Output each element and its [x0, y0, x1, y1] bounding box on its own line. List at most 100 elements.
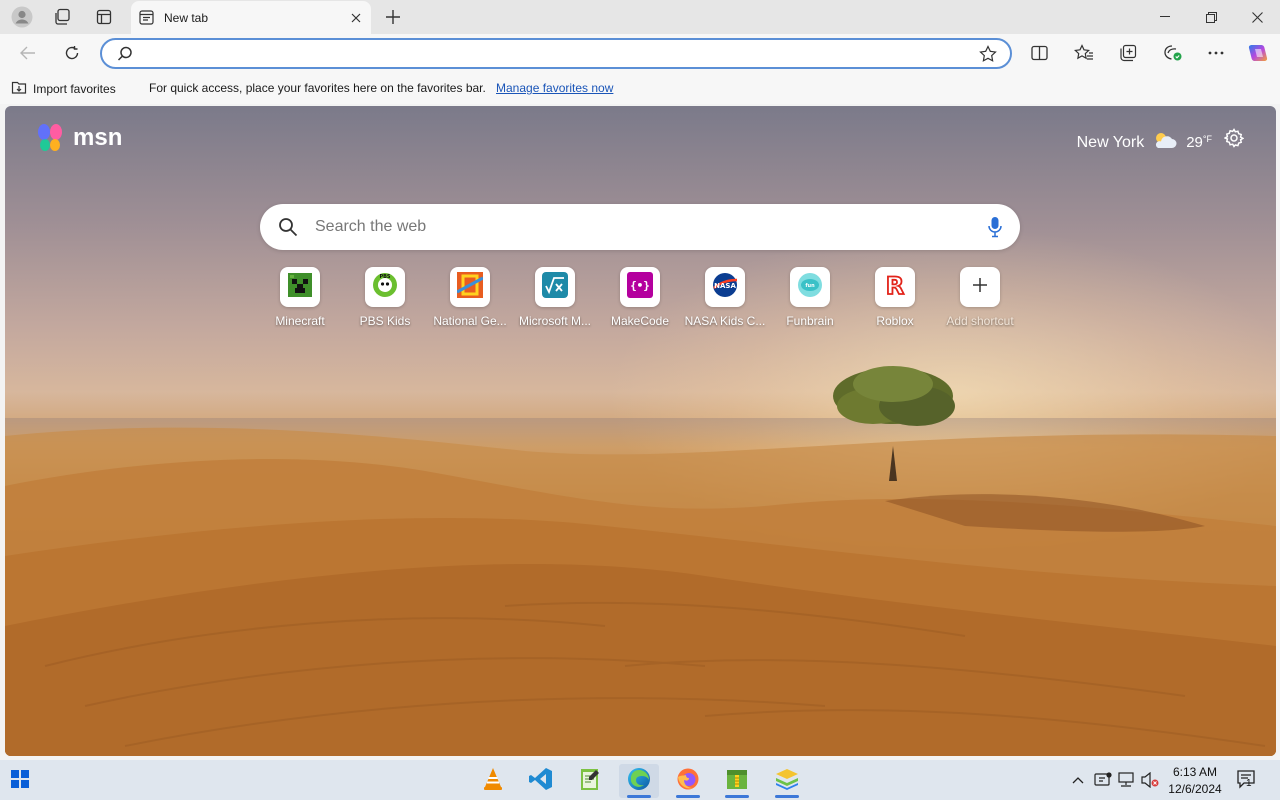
title-bar: New tab: [0, 0, 1280, 34]
firefox-icon: [676, 767, 700, 796]
web-search-box[interactable]: [260, 204, 1020, 250]
split-screen-button[interactable]: [1025, 40, 1053, 66]
tab-title: New tab: [164, 11, 209, 25]
vscode-icon: [529, 767, 553, 796]
svg-text:PBS: PBS: [379, 274, 390, 280]
national-geographic-icon: [456, 271, 484, 303]
shortcut-makecode[interactable]: {•} MakeCode: [598, 267, 682, 328]
running-app-indicator: [725, 795, 749, 798]
svg-text:R: R: [886, 272, 904, 298]
minecraft-icon: [288, 272, 312, 302]
running-app-indicator: [676, 795, 700, 798]
tab-new-tab[interactable]: New tab: [131, 1, 371, 34]
notification-count: 1: [1246, 778, 1252, 789]
shortcut-nasa-kids[interactable]: NASA NASA Kids C...: [683, 267, 767, 328]
address-bar[interactable]: [100, 38, 1012, 69]
import-favorites-label: Import favorites: [33, 82, 116, 96]
back-button[interactable]: [14, 40, 42, 66]
clock-date: 12/6/2024: [1168, 782, 1222, 796]
makecode-icon: {•}: [627, 271, 653, 303]
microphone-icon[interactable]: [988, 216, 1002, 243]
partly-cloudy-icon: [1152, 130, 1178, 155]
system-clock[interactable]: 6:13 AM 12/6/2024: [1164, 764, 1226, 798]
clock-time: 6:13 AM: [1172, 765, 1218, 779]
windows-taskbar: 6:13 AM 12/6/2024 1: [0, 760, 1280, 800]
manage-favorites-link[interactable]: Manage favorites now: [496, 81, 613, 95]
favorites-bar-message: For quick access, place your favorites h…: [149, 81, 486, 95]
svg-text:fun: fun: [805, 283, 815, 289]
search-icon: [117, 46, 133, 67]
shortcut-pbs-kids[interactable]: PBS PBS Kids: [343, 267, 427, 328]
pbs-kids-icon: PBS: [371, 271, 399, 304]
taskbar-archive-manager[interactable]: [717, 764, 757, 798]
shortcut-label: Add shortcut: [946, 314, 1014, 328]
new-tab-button[interactable]: [381, 5, 405, 29]
weather-temp: 29: [1186, 134, 1203, 151]
msn-butterfly-icon: [38, 124, 62, 151]
taskbar-vscode[interactable]: [521, 764, 561, 798]
running-app-indicator: [775, 795, 799, 798]
plus-icon: [972, 277, 988, 298]
import-favorites-button[interactable]: Import favorites: [11, 80, 116, 98]
profile-icon[interactable]: [9, 5, 35, 29]
browser-essentials-button[interactable]: [1159, 40, 1187, 66]
shortcut-funbrain[interactable]: fun Funbrain: [768, 267, 852, 328]
collections-button[interactable]: [1114, 40, 1142, 66]
taskbar-notepad[interactable]: [570, 764, 610, 798]
volume-muted-icon[interactable]: [1139, 770, 1161, 790]
shortcut-label: Roblox: [876, 314, 914, 328]
taskbar-firefox[interactable]: [668, 764, 708, 798]
archive-icon: [726, 767, 748, 796]
shortcut-national-geographic[interactable]: National Ge...: [428, 267, 512, 328]
workspaces-icon[interactable]: [49, 5, 75, 29]
new-tab-page: msn New York 29°F Minecraft PBS PBS Kids: [5, 106, 1276, 756]
show-hidden-icons-chevron-up-icon[interactable]: [1067, 770, 1089, 790]
new-tab-page-icon: [139, 10, 154, 30]
favorites-button[interactable]: [1070, 40, 1098, 66]
close-window-button[interactable]: [1234, 0, 1280, 34]
shortcut-roblox[interactable]: R Roblox: [853, 267, 937, 328]
shortcut-label: Microsoft M...: [518, 314, 591, 328]
close-tab-icon[interactable]: [347, 9, 365, 27]
shortcut-label: Funbrain: [786, 314, 834, 328]
nasa-icon: NASA: [711, 271, 739, 304]
active-app-indicator: [627, 795, 651, 798]
weather-unit: °F: [1202, 134, 1212, 144]
shortcut-label: PBS Kids: [359, 314, 411, 328]
svg-text:{•}: {•}: [630, 279, 650, 292]
add-shortcut-button[interactable]: Add shortcut: [938, 267, 1022, 328]
network-icon[interactable]: [1115, 770, 1137, 790]
microsoft-math-icon: [542, 271, 568, 303]
shortcut-microsoft-math[interactable]: Microsoft M...: [513, 267, 597, 328]
taskbar-vlc[interactable]: [473, 764, 513, 798]
add-favorite-icon[interactable]: [979, 45, 997, 68]
more-options-button[interactable]: [1202, 40, 1230, 66]
weather-city: New York: [1076, 133, 1145, 151]
weather-widget[interactable]: New York 29°F: [1077, 130, 1212, 155]
edge-icon: [627, 767, 651, 796]
web-search-input[interactable]: [315, 216, 955, 238]
minimize-button[interactable]: [1142, 0, 1188, 34]
vlc-icon: [482, 767, 504, 796]
notification-center-icon[interactable]: 1: [1236, 769, 1256, 794]
msn-logo[interactable]: msn: [35, 122, 122, 154]
page-settings-icon[interactable]: [1223, 128, 1245, 153]
navigation-toolbar: [0, 34, 1280, 72]
import-icon: [11, 80, 27, 98]
shortcut-label: Minecraft: [275, 314, 325, 328]
bluestacks-icon: [774, 767, 800, 796]
tab-actions-icon[interactable]: [91, 5, 117, 29]
roblox-icon: R: [882, 271, 908, 303]
start-button[interactable]: [11, 770, 29, 793]
shortcut-label: National Ge...: [433, 314, 507, 328]
meet-now-icon[interactable]: [1092, 770, 1114, 790]
refresh-button[interactable]: [58, 40, 86, 66]
address-input[interactable]: [142, 44, 962, 64]
notepad-icon: [579, 767, 601, 796]
taskbar-edge[interactable]: [619, 764, 659, 798]
copilot-button[interactable]: [1244, 40, 1272, 66]
taskbar-bluestacks[interactable]: [767, 764, 807, 798]
svg-text:NASA: NASA: [714, 282, 736, 290]
shortcut-minecraft[interactable]: Minecraft: [258, 267, 342, 328]
restore-button[interactable]: [1188, 0, 1234, 34]
